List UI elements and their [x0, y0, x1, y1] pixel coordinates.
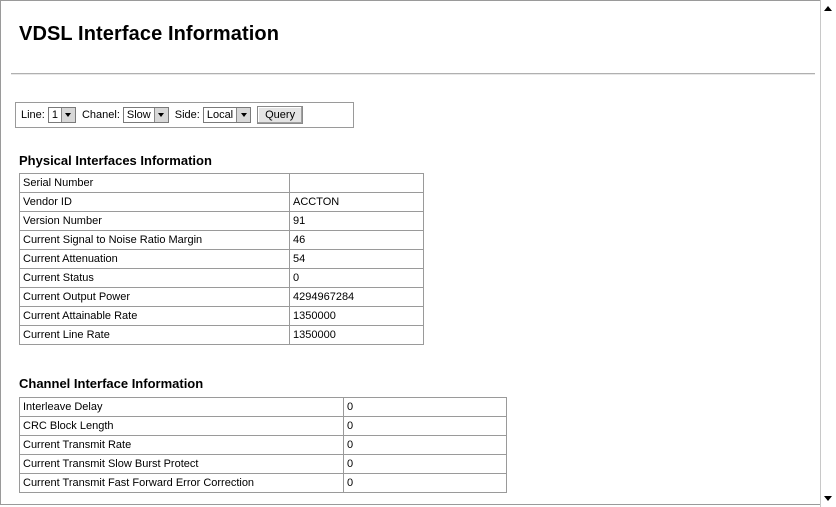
query-bar: Line: 1 Chanel: Slow Side: Local Query [15, 102, 354, 128]
row-value: 0 [289, 268, 424, 288]
table-row: Interleave Delay 0 [19, 397, 507, 417]
table-row: Vendor ID ACCTON [19, 192, 424, 212]
row-label: Current Output Power [19, 287, 290, 307]
row-label: Current Attenuation [19, 249, 290, 269]
row-label: Serial Number [19, 173, 290, 193]
table-row: Current Signal to Noise Ratio Margin 46 [19, 230, 424, 250]
row-value: 91 [289, 211, 424, 231]
row-value: 46 [289, 230, 424, 250]
physical-section-heading: Physical Interfaces Information [19, 153, 212, 168]
row-label: Current Status [19, 268, 290, 288]
table-row: Current Line Rate 1350000 [19, 325, 424, 345]
row-value: ACCTON [289, 192, 424, 212]
chevron-down-icon [153, 108, 168, 122]
line-select[interactable]: 1 [47, 107, 76, 123]
scroll-down-icon[interactable] [824, 496, 832, 501]
row-value: 0 [343, 435, 507, 455]
table-row: Current Status 0 [19, 268, 424, 288]
row-value: 4294967284 [289, 287, 424, 307]
physical-info-table: Serial Number Vendor ID ACCTON Version Nu… [19, 173, 424, 345]
scroll-up-icon[interactable] [824, 6, 832, 11]
table-row: Serial Number [19, 173, 424, 193]
content-frame: VDSL Interface Information Line: 1 Chane… [0, 0, 820, 505]
row-label: Current Transmit Fast Forward Error Corr… [19, 473, 344, 493]
table-row: Current Attainable Rate 1350000 [19, 306, 424, 326]
row-value [289, 173, 424, 193]
row-label: CRC Block Length [19, 416, 344, 436]
line-label: Line: [21, 109, 45, 121]
row-label: Current Signal to Noise Ratio Margin [19, 230, 290, 250]
row-label: Interleave Delay [19, 397, 344, 417]
line-select-value: 1 [51, 109, 58, 121]
channel-select-value: Slow [126, 109, 151, 121]
row-value: 0 [343, 454, 507, 474]
table-row: Current Transmit Fast Forward Error Corr… [19, 473, 507, 493]
vertical-scrollbar[interactable] [820, 0, 836, 507]
side-label: Side: [174, 109, 200, 121]
side-select-value: Local [206, 109, 234, 121]
page-title: VDSL Interface Information [19, 23, 280, 45]
row-label: Current Transmit Rate [19, 435, 344, 455]
row-value: 0 [343, 416, 507, 436]
row-value: 0 [343, 397, 507, 417]
table-row: Version Number 91 [19, 211, 424, 231]
row-label: Vendor ID [19, 192, 290, 212]
table-row: Current Transmit Rate 0 [19, 435, 507, 455]
table-row: CRC Block Length 0 [19, 416, 507, 436]
row-label: Version Number [19, 211, 290, 231]
chevron-down-icon [236, 108, 251, 122]
channel-section-heading: Channel Interface Information [19, 376, 204, 391]
query-button[interactable]: Query [257, 106, 304, 124]
channel-label: Chanel: [81, 109, 120, 121]
table-row: Current Output Power 4294967284 [19, 287, 424, 307]
table-row: Current Transmit Slow Burst Protect 0 [19, 454, 507, 474]
divider [11, 73, 815, 75]
table-row: Current Attenuation 54 [19, 249, 424, 269]
row-value: 0 [343, 473, 507, 493]
row-label: Current Transmit Slow Burst Protect [19, 454, 344, 474]
row-value: 1350000 [289, 325, 424, 345]
row-label: Current Attainable Rate [19, 306, 290, 326]
channel-select[interactable]: Slow [122, 107, 169, 123]
side-select[interactable]: Local [202, 107, 252, 123]
chevron-down-icon [60, 108, 75, 122]
row-value: 54 [289, 249, 424, 269]
channel-info-table: Interleave Delay 0 CRC Block Length 0 Curr… [19, 397, 507, 493]
row-label: Current Line Rate [19, 325, 290, 345]
row-value: 1350000 [289, 306, 424, 326]
